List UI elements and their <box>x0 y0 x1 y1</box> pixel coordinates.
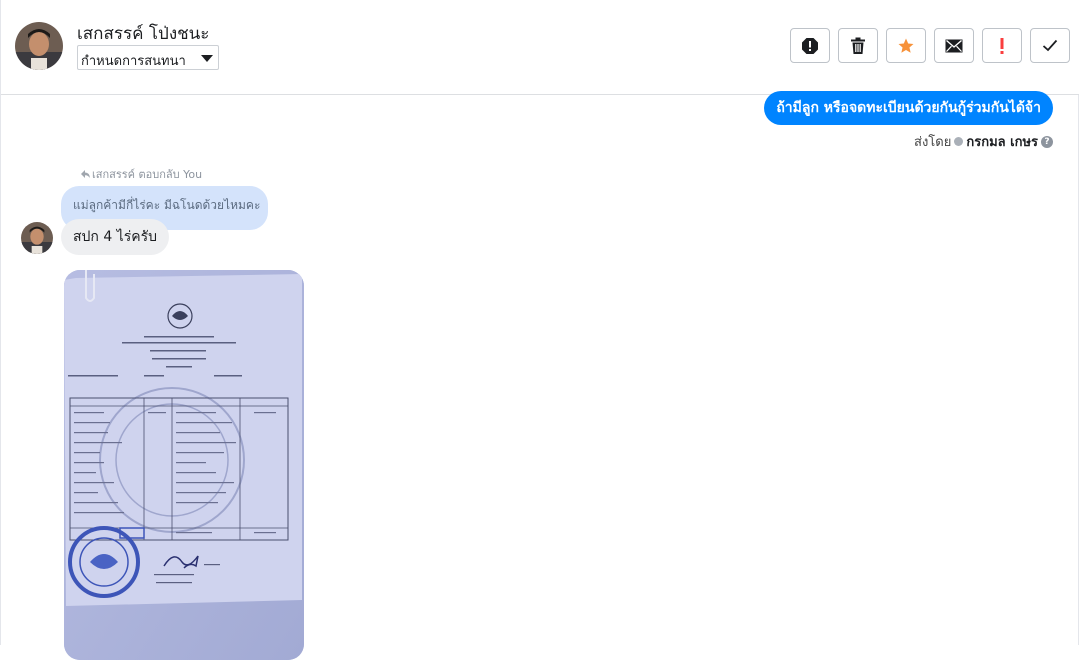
sender-name: กรกมล เกษร <box>966 135 1038 150</box>
outgoing-message-bubble[interactable]: ถ้ามีลูก หรือจดทะเบียนด้วยกันกู้ร่วมกันไ… <box>764 91 1053 125</box>
reply-indicator: เสกสรรค์ ตอบกลับ You <box>81 165 202 183</box>
alert-octagon-icon <box>802 37 818 54</box>
contact-name[interactable]: เสกสรรค์ โป่งชนะ <box>77 20 209 47</box>
conversation-header: เสกสรรค์ โป่งชนะ กำหนดการสนทนา <box>1 0 1079 95</box>
report-spam-button[interactable] <box>790 28 830 63</box>
chevron-down-icon <box>201 55 213 62</box>
delete-button[interactable] <box>838 28 878 63</box>
conversation-panel: เสกสรรค์ โป่งชนะ กำหนดการสนทนา ถ้ามีลูก … <box>0 0 1079 660</box>
checkmark-icon <box>1042 39 1058 52</box>
mark-done-button[interactable] <box>1030 28 1070 63</box>
contact-avatar[interactable] <box>15 22 63 70</box>
star-icon <box>898 38 914 53</box>
envelope-icon <box>945 39 963 52</box>
action-toolbar <box>790 28 1070 63</box>
reply-label-text: เสกสรรค์ ตอบกลับ You <box>92 168 203 181</box>
assign-label: กำหนดการสนทนา <box>81 54 186 69</box>
incoming-message-bubble[interactable]: สปก 4 ไร่ครับ <box>61 219 170 255</box>
help-icon[interactable]: ? <box>1041 135 1053 148</box>
sender-avatar[interactable] <box>21 222 53 254</box>
sender-status-icon <box>954 137 964 146</box>
mark-unread-button[interactable] <box>934 28 974 63</box>
star-button[interactable] <box>886 28 926 63</box>
sent-by-label: ส่งโดย <box>914 135 952 150</box>
exclamation-icon <box>1000 37 1004 54</box>
trash-icon <box>851 37 865 54</box>
follow-up-button[interactable] <box>982 28 1022 63</box>
reply-arrow-icon <box>81 170 90 178</box>
attached-document-photo[interactable] <box>64 270 304 660</box>
sent-by-line: ส่งโดย กรกมล เกษร ? <box>914 131 1053 152</box>
assign-conversation-dropdown[interactable]: กำหนดการสนทนา <box>77 45 219 70</box>
